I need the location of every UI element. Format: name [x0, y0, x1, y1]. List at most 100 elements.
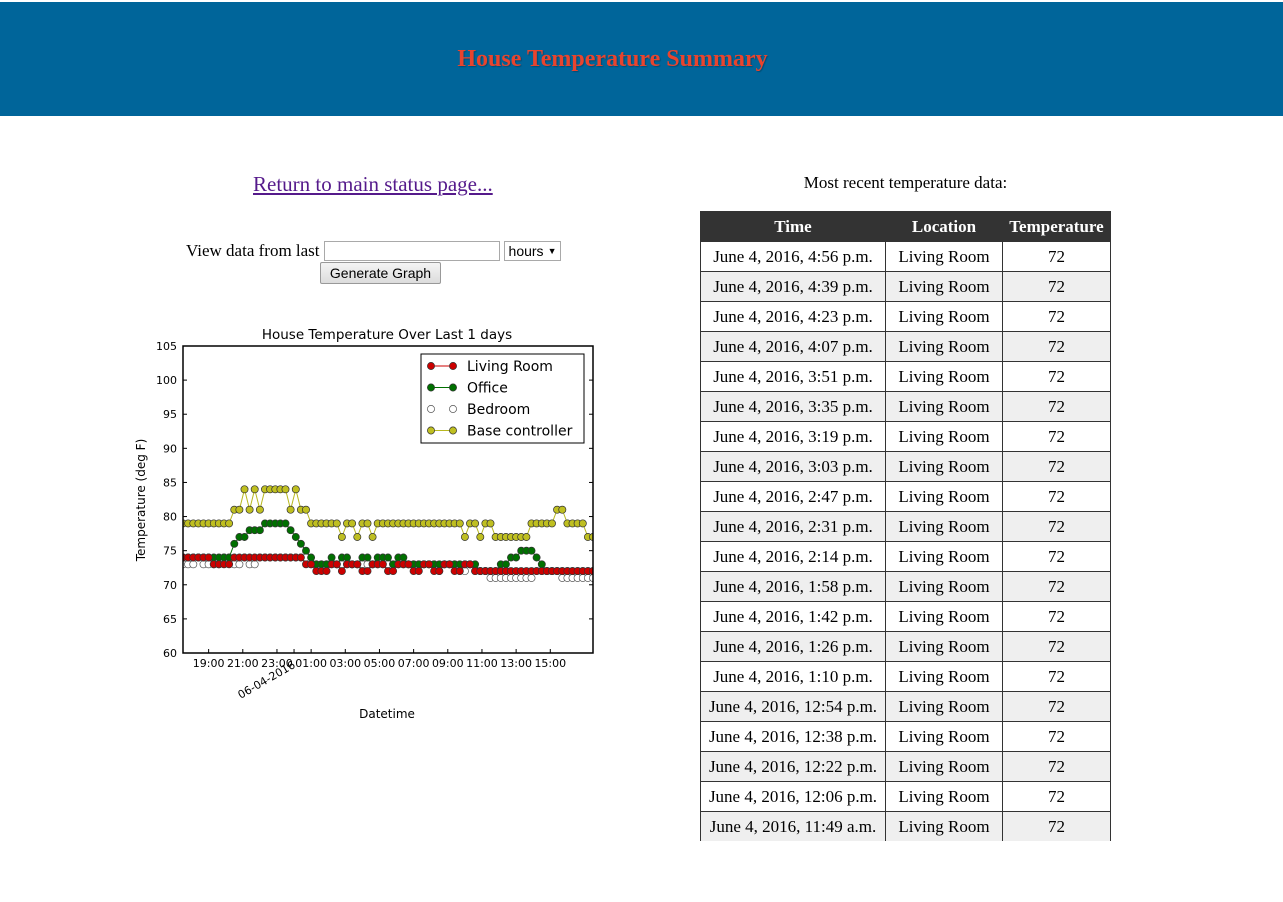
cell-temperature: 72 [1002, 511, 1111, 542]
cell-location: Living Room [885, 241, 1003, 272]
data-point [235, 560, 244, 569]
range-input[interactable] [323, 241, 500, 261]
generate-graph-button[interactable]: Generate Graph [320, 262, 441, 284]
table-row: June 4, 2016, 3:03 p.m. Living Room 72 [700, 451, 1111, 482]
data-point [471, 519, 480, 528]
table-row: June 4, 2016, 12:06 p.m. Living Room 72 [700, 781, 1111, 812]
data-point [460, 533, 469, 541]
legend-marker [427, 383, 435, 392]
table-row: June 4, 2016, 11:49 a.m. Living Room 72 [700, 811, 1111, 841]
cell-location: Living Room [885, 751, 1003, 782]
data-point [368, 533, 377, 541]
cell-time: June 4, 2016, 2:14 p.m. [700, 541, 886, 572]
data-point [291, 533, 300, 541]
dropdown-arrow-icon: ▼ [547, 246, 557, 256]
data-point [286, 505, 295, 514]
data-point [466, 560, 474, 569]
data-point [296, 553, 305, 562]
x-tick-label: 03:00 [329, 657, 361, 670]
cell-temperature: 72 [1002, 241, 1111, 272]
data-point [512, 553, 521, 562]
data-point [558, 505, 567, 514]
unit-select[interactable]: hours ▼ [503, 241, 562, 261]
legend-marker [449, 426, 457, 435]
chart-title: House Temperature Over Last 1 days [262, 327, 512, 343]
y-tick-label: 100 [156, 374, 177, 387]
data-point [476, 533, 485, 541]
y-tick-label: 60 [163, 647, 177, 660]
data-point [291, 485, 300, 494]
data-point [225, 519, 234, 528]
data-point [455, 519, 464, 528]
y-tick-label: 85 [163, 476, 177, 489]
cell-temperature: 72 [1002, 751, 1111, 782]
x-tick-label: 07:00 [398, 657, 430, 670]
page-title: House Temperature Summary [457, 46, 768, 72]
data-point [486, 519, 495, 528]
cell-time: June 4, 2016, 3:35 p.m. [700, 391, 886, 422]
cell-time: June 4, 2016, 1:10 p.m. [700, 661, 886, 692]
temperature-chart: House Temperature Over Last 1 days 60 65 7… [134, 327, 594, 721]
cell-location: Living Room [885, 391, 1003, 422]
data-point [337, 533, 346, 541]
legend-marker [449, 383, 457, 392]
series-group [183, 485, 593, 582]
cell-temperature: 72 [1002, 781, 1111, 812]
header-banner: House Temperature Summary [0, 2, 1283, 116]
x-tick-label: 13:00 [500, 657, 532, 670]
data-point [425, 560, 433, 569]
table-viewport: Time Location Temperature June 4, 2016, … [700, 211, 1112, 841]
data-point [522, 533, 531, 541]
cell-temperature: 72 [1002, 451, 1111, 482]
data-point [363, 553, 372, 562]
data-point [353, 560, 362, 569]
legend-marker [427, 405, 435, 413]
cell-location: Living Room [885, 541, 1003, 572]
cell-location: Living Room [885, 481, 1003, 512]
x-tick-label: 19:00 [193, 657, 225, 670]
cell-location: Living Room [885, 331, 1003, 362]
cell-time: June 4, 2016, 1:42 p.m. [700, 601, 886, 632]
data-point [245, 505, 254, 514]
cell-time: June 4, 2016, 3:51 p.m. [700, 361, 886, 392]
data-point [404, 560, 413, 569]
legend-marker [427, 426, 435, 435]
legend-label: Living Room [467, 359, 553, 375]
data-point [322, 567, 331, 576]
cell-temperature: 72 [1002, 601, 1111, 632]
table-row: June 4, 2016, 12:22 p.m. Living Room 72 [700, 751, 1111, 782]
plot-layer [183, 485, 593, 582]
data-point [327, 553, 336, 562]
unit-selected-value: hours [508, 243, 544, 259]
cell-time: June 4, 2016, 4:23 p.m. [700, 301, 886, 332]
table-row: June 4, 2016, 4:56 p.m. Living Room 72 [700, 241, 1111, 272]
data-point [332, 519, 341, 528]
data-point [332, 560, 341, 569]
table-row: June 4, 2016, 3:35 p.m. Living Room 72 [700, 391, 1111, 422]
cell-time: June 4, 2016, 12:54 p.m. [700, 691, 886, 722]
data-point [296, 539, 305, 548]
data-point [240, 485, 249, 494]
x-tick-label: 05:00 [364, 657, 396, 670]
data-point [286, 526, 295, 535]
y-tick-label: 95 [163, 408, 177, 421]
data-point [307, 560, 316, 569]
return-link[interactable]: Return to main status page... [253, 172, 493, 197]
data-point [348, 519, 357, 528]
legend-marker [449, 362, 457, 370]
table-header-row: Time Location Temperature [700, 211, 1111, 242]
cell-location: Living Room [885, 451, 1003, 482]
cell-location: Living Room [885, 361, 1003, 392]
data-point [378, 560, 387, 569]
cell-temperature: 72 [1002, 361, 1111, 392]
data-point [337, 567, 346, 576]
cell-location: Living Room [885, 631, 1003, 662]
table-row: June 4, 2016, 1:58 p.m. Living Room 72 [700, 571, 1111, 602]
x-tick-label: 15:00 [534, 657, 566, 670]
cell-temperature: 72 [1002, 631, 1111, 662]
data-point [307, 553, 316, 562]
cell-location: Living Room [885, 601, 1003, 632]
legend-label: Base controller [467, 424, 573, 440]
cell-temperature: 72 [1002, 661, 1111, 692]
cell-time: June 4, 2016, 11:49 a.m. [700, 811, 886, 841]
